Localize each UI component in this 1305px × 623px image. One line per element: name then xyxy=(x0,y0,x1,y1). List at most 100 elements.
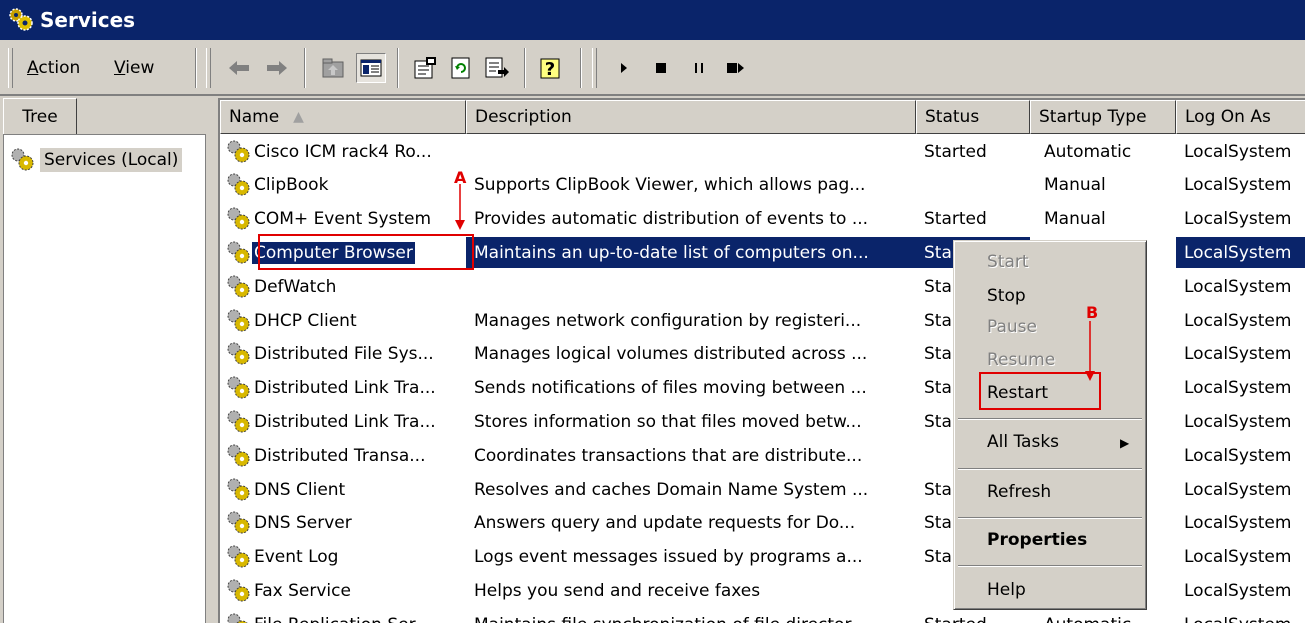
cell-description: Manages logical volumes distributed acro… xyxy=(474,344,868,365)
cell-name: Distributed Link Tra... xyxy=(226,406,466,437)
cell-log-on-as: LocalSystem xyxy=(1184,209,1292,230)
toolbar-grip[interactable] xyxy=(206,48,211,88)
cell-description: Supports ClipBook Viewer, which allows p… xyxy=(474,175,866,196)
service-name: DNS Server xyxy=(254,513,352,534)
column-header-description[interactable]: Description xyxy=(466,100,916,134)
show-hide-tree-icon[interactable] xyxy=(356,53,386,83)
refresh-icon[interactable] xyxy=(446,53,476,83)
cell-status: Started xyxy=(924,209,987,230)
restart-service-icon[interactable] xyxy=(721,53,751,83)
toolbar-separator xyxy=(195,48,197,88)
column-header-status[interactable]: Status xyxy=(916,100,1030,134)
menu-item-label: All Tasks xyxy=(987,432,1060,452)
menu-separator xyxy=(958,565,1142,567)
menu-separator xyxy=(958,517,1142,519)
cell-name: Cisco ICM rack4 Ro... xyxy=(226,136,466,167)
cell-description: Provides automatic distribution of event… xyxy=(474,209,869,230)
column-header-log-on-as[interactable]: Log On As xyxy=(1176,100,1305,134)
submenu-arrow-icon: ▶ xyxy=(1120,436,1130,450)
menu-item-stop[interactable]: Stop xyxy=(987,286,1026,306)
sort-ascending-icon: ▲ xyxy=(293,109,304,125)
menu-item-properties[interactable]: Properties xyxy=(987,530,1087,550)
table-row[interactable]: File Replication Ser... Maintains file sy… xyxy=(220,609,1305,623)
menu-item-resume[interactable]: Resume xyxy=(987,350,1055,370)
service-gear-icon xyxy=(227,275,250,298)
cell-name: ClipBook xyxy=(226,170,466,201)
service-gear-icon xyxy=(227,444,250,467)
export-list-icon[interactable] xyxy=(482,53,512,83)
menu-action[interactable]: Action xyxy=(27,58,80,78)
cell-name: Distributed File Sys... xyxy=(226,339,466,370)
menu-item-help[interactable]: Help xyxy=(987,580,1026,600)
start-service-icon[interactable] xyxy=(609,53,639,83)
column-header-name[interactable]: Name ▲ xyxy=(220,100,466,134)
cell-log-on-as: LocalSystem xyxy=(1184,378,1292,399)
cell-description: Maintains an up-to-date list of computer… xyxy=(466,237,916,269)
service-name: Distributed Transa... xyxy=(254,445,426,466)
cell-log-on-as: LocalSystem xyxy=(1184,276,1292,297)
service-gear-icon xyxy=(227,342,250,365)
pause-service-icon[interactable] xyxy=(684,53,714,83)
service-name: Event Log xyxy=(254,547,339,568)
tab-tree-label: Tree xyxy=(22,106,58,127)
menu-view[interactable]: View xyxy=(114,58,154,78)
menu-item-all-tasks[interactable]: All Tasks xyxy=(987,432,1059,452)
cell-status: Started xyxy=(916,609,1030,623)
table-row[interactable]: COM+ Event System Provides automatic dist… xyxy=(220,204,1305,235)
menu-item-label: Refresh xyxy=(987,482,1052,502)
cell-description: Coordinates transactions that are distri… xyxy=(474,445,863,466)
service-gear-icon xyxy=(227,173,250,196)
cell-name: DHCP Client xyxy=(226,305,466,336)
cell-log-on-as: LocalSystem xyxy=(1184,580,1292,601)
cell-log-on-as: LocalSystem xyxy=(1184,411,1292,432)
toolbar-grip[interactable] xyxy=(8,48,13,88)
annotation-a-arrow-icon xyxy=(455,184,465,230)
service-name: DHCP Client xyxy=(254,310,357,331)
menu-item-refresh[interactable]: Refresh xyxy=(987,482,1051,502)
cell-startup-type: Manual xyxy=(1044,175,1106,196)
up-folder-icon[interactable] xyxy=(318,53,348,83)
menu-item-label: Help xyxy=(987,580,1026,600)
cell-description: Sends notifications of files moving betw… xyxy=(474,378,867,399)
cell-description xyxy=(466,271,916,302)
annotation-a-highlight xyxy=(258,234,474,270)
service-gear-icon xyxy=(227,579,250,602)
cell-description: Answers query and update requests for Do… xyxy=(474,513,856,534)
cell-log-on-as: LocalSystem xyxy=(1176,237,1305,269)
cell-description: Resolves and caches Domain Name System .… xyxy=(474,479,869,500)
cell-log-on-as: LocalSystem xyxy=(1184,513,1292,534)
cell-startup-type: Manual xyxy=(1044,209,1106,230)
table-row[interactable]: ClipBook Supports ClipBook Viewer, which … xyxy=(220,170,1305,201)
service-name: Distributed File Sys... xyxy=(254,344,434,365)
table-row[interactable]: Cisco ICM rack4 Ro... Started Automatic Loc… xyxy=(220,136,1305,167)
cell-log-on-as: LocalSystem xyxy=(1184,479,1292,500)
toolbar-grip[interactable] xyxy=(592,48,597,88)
help-icon[interactable]: ? xyxy=(537,53,567,83)
toolbar-separator xyxy=(580,48,582,88)
cell-log-on-as: LocalSystem xyxy=(1184,175,1292,196)
stop-service-icon[interactable] xyxy=(646,53,676,83)
service-gear-icon xyxy=(227,241,250,264)
cell-status: Started xyxy=(924,141,987,162)
cell-name: DefWatch xyxy=(226,271,466,302)
forward-arrow-icon[interactable] xyxy=(262,53,292,83)
service-name: Cisco ICM rack4 Ro... xyxy=(254,141,432,162)
context-menu: Start Stop Pause Resume Restart All Task… xyxy=(953,240,1147,610)
back-arrow-icon[interactable] xyxy=(224,53,254,83)
cell-name: File Replication Ser... xyxy=(226,609,466,623)
service-name: Distributed Link Tra... xyxy=(254,378,436,399)
menu-item-start[interactable]: Start xyxy=(987,252,1029,272)
cell-startup-type: Automatic xyxy=(1030,609,1176,623)
tab-tree[interactable]: Tree xyxy=(3,98,77,134)
service-name: DefWatch xyxy=(254,276,337,297)
menu-item-pause[interactable]: Pause xyxy=(987,317,1037,337)
toolbar-separator xyxy=(524,48,526,88)
properties-icon[interactable] xyxy=(410,53,440,83)
column-header-startup-type[interactable]: Startup Type xyxy=(1030,100,1176,134)
menu-item-label: Pause xyxy=(987,317,1037,337)
cell-description: Manages network configuration by registe… xyxy=(474,310,862,331)
window-title-bar[interactable]: Services xyxy=(0,0,1305,40)
tree-item-services-local[interactable]: Services (Local) xyxy=(10,147,183,173)
menu-item-label: Properties xyxy=(987,530,1088,550)
cell-log-on-as: LocalSystem xyxy=(1184,547,1292,568)
